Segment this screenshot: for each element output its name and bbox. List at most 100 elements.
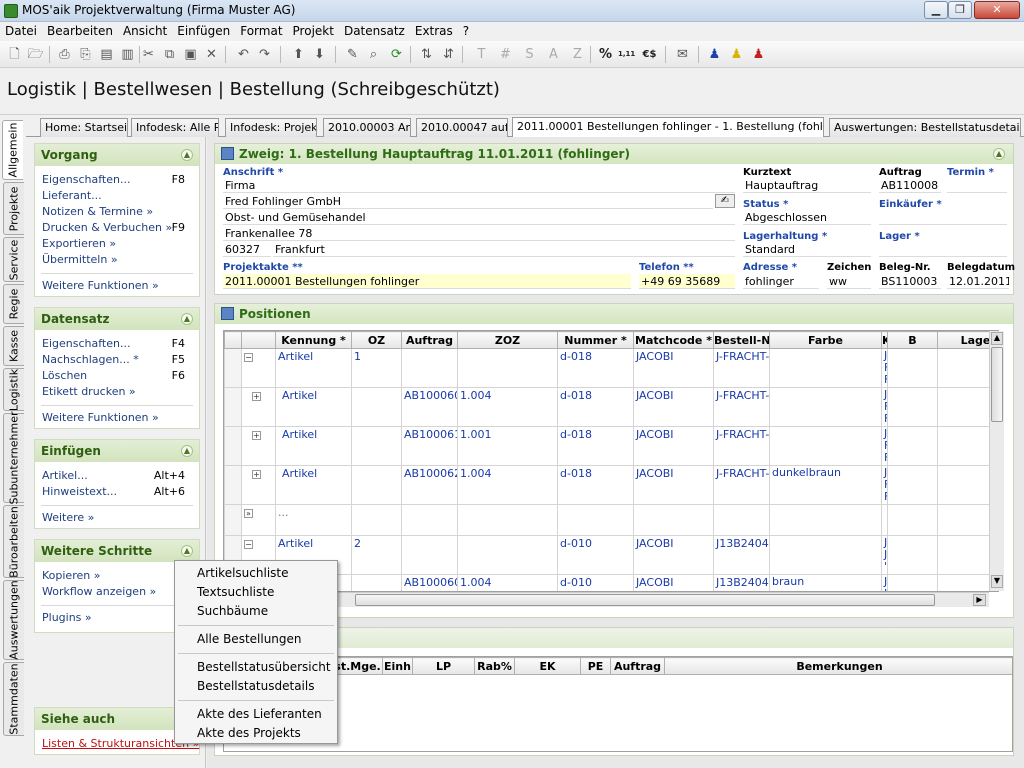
link-eigenschaften-ds[interactable]: Eigenschaften... F4 [35,336,199,352]
clipboard-icon[interactable]: ▥ [119,46,136,63]
tab-home[interactable]: Home: Startseite [40,118,128,137]
cell-bestellnr[interactable]: J-FRACHT-FZ-1 [713,387,770,427]
menu-einfuegen[interactable]: Einfügen [172,22,235,40]
edit-pencil-icon[interactable]: ✎ [344,46,361,63]
column-header-ek[interactable]: EK [514,657,581,675]
collapse-icon[interactable]: ▲ [181,445,193,457]
cell-b[interactable] [887,535,938,575]
tab-infodesk-alle[interactable]: Infodesk: Alle Pro [131,118,219,137]
collapse-node-icon[interactable]: − [244,353,253,362]
new-document-icon[interactable]: 🗋 [6,46,23,63]
group-header[interactable]: Datensatz ▲ [35,308,199,330]
group-header[interactable]: Einfügen ▲ [35,440,199,462]
link-weitere-funktionen[interactable]: Weitere Funktionen » [35,278,199,294]
sort-desc-icon[interactable]: ⇵ [440,46,457,63]
table-row[interactable]: − Artikel1 d-018JACOBIJ-FRACHT-FZ-1 Jacobi … [224,348,998,388]
print-icon[interactable]: ⎙ [56,46,73,63]
cell-oz[interactable] [351,504,402,536]
continue-icon[interactable]: » [244,509,253,518]
tab-infodesk-projekt[interactable]: Infodesk: Projekt [225,118,317,137]
cell-zoz[interactable]: 1.004 [457,387,558,427]
cell-nummer[interactable]: d-018 [557,387,634,427]
group-header[interactable]: Weitere Schritte ▲ [35,540,199,562]
column-header-farbe[interactable]: Farbe [769,331,882,349]
vtab-bueroarbeiten[interactable]: Büroarbeiten [3,505,24,578]
cut-icon[interactable]: ✂ [140,46,157,63]
cell-zoz[interactable] [457,504,558,536]
cell-zoz[interactable] [457,348,558,388]
scrollbar-thumb[interactable] [355,594,935,606]
tab-bestellung-active[interactable]: 2011.00001 Bestellungen fohlinger - 1. B… [512,117,824,137]
menu-extras[interactable]: Extras [410,22,458,40]
user-blue-icon[interactable]: ♟ [706,46,723,63]
column-header[interactable] [224,331,242,349]
cell-oz[interactable] [351,426,402,466]
cell-farbe[interactable] [769,504,882,536]
column-header-mge[interactable]: st.Mge. [332,657,383,675]
cell-bestellnr[interactable]: J13B240469-1 [713,535,770,575]
link-lieferant[interactable]: Lieferant... [35,188,199,204]
scroll-right-icon[interactable]: ▶ [973,594,986,606]
einkaeufer-field[interactable] [879,210,1007,225]
cell-auftrag[interactable]: AB100060 [401,574,458,591]
cell-kurztext[interactable]: Jacobi Fracht Falzziegel [881,465,888,505]
cell-nummer[interactable] [557,504,634,536]
belegdatum-field[interactable]: 12.01.2011 [947,274,1009,289]
cell-oz[interactable]: 1 [351,348,402,388]
number-icon[interactable]: # [497,46,514,63]
cell-farbe[interactable] [769,426,882,466]
cell-matchcode[interactable]: JACOBI [633,535,714,575]
address-edit-icon[interactable]: ✍ [715,194,735,208]
column-header-rab[interactable]: Rab% [474,657,515,675]
sort-icon[interactable]: ⇅ [418,46,435,63]
anschrift-line-2[interactable]: Fred Fohlinger GmbH [223,194,713,209]
cell-farbe[interactable]: dunkelbraun [769,465,882,505]
cell-matchcode[interactable]: JACOBI [633,465,714,505]
column-header-lp[interactable]: LP [412,657,475,675]
cell-nummer[interactable]: d-010 [557,535,634,575]
menu-item-alle-bestellungen[interactable]: Alle Bestellungen [175,630,337,649]
cell-zoz[interactable]: 1.001 [457,426,558,466]
cell-oz[interactable] [351,574,402,591]
mail-icon[interactable]: ✉ [674,46,691,63]
cell-b[interactable] [887,387,938,427]
cell-farbe[interactable]: braun [769,574,882,591]
minimize-button[interactable]: ▁ [924,1,948,19]
cell-b[interactable] [887,574,938,591]
cell-farbe[interactable] [769,348,882,388]
menu-item-bestellstatusuebersicht[interactable]: Bestellstatusübersicht [175,658,337,677]
link-exportieren[interactable]: Exportieren » [35,236,199,252]
menu-item-textsuchliste[interactable]: Textsuchliste [175,583,337,602]
menu-bearbeiten[interactable]: Bearbeiten [42,22,118,40]
belegnr-field[interactable]: BS110003 [879,274,941,289]
report-icon[interactable]: ▤ [98,46,115,63]
menu-help[interactable]: ? [458,22,474,40]
maximize-button[interactable]: ❐ [948,1,972,19]
cell-kennung[interactable]: Artikel [275,465,352,505]
collapse-icon[interactable]: ▲ [181,313,193,325]
cell-farbe[interactable] [769,387,882,427]
cell-zoz[interactable] [457,535,558,575]
collapse-icon[interactable]: ▲ [181,149,193,161]
telefon-field[interactable]: +49 69 35689 [639,274,735,289]
cell-kennung[interactable]: ... [275,504,352,536]
lager-field[interactable] [879,242,1007,257]
cell-b[interactable] [887,348,938,388]
scroll-down-icon[interactable]: ▼ [991,575,1003,588]
column-header-kennung[interactable]: Kennung * [275,331,352,349]
decimal-icon[interactable]: 1,11 [618,46,635,63]
cell-auftrag[interactable]: AB100062 [401,465,458,505]
cell-oz[interactable] [351,465,402,505]
column-header-auftrag[interactable]: Auftrag [401,331,458,349]
paste-icon[interactable]: ▣ [182,46,199,63]
link-nachschlagen[interactable]: Nachschlagen... * F5 [35,352,199,368]
text-icon[interactable]: T [473,46,490,63]
cell-bestellnr[interactable]: J-FRACHT-FZ-1 [713,348,770,388]
table-row[interactable]: + Artikel AB100060 1.004 d-018 JACOBI J-FRACHT… [224,387,998,427]
sum-icon[interactable]: S [521,46,538,63]
copy-icon[interactable]: ⧉ [161,46,178,63]
percent-icon[interactable]: % [597,46,614,63]
vtab-regie[interactable]: Regie [3,284,24,324]
user-yellow-icon[interactable]: ♟ [728,46,745,63]
currency-icon[interactable]: €$ [641,46,658,63]
